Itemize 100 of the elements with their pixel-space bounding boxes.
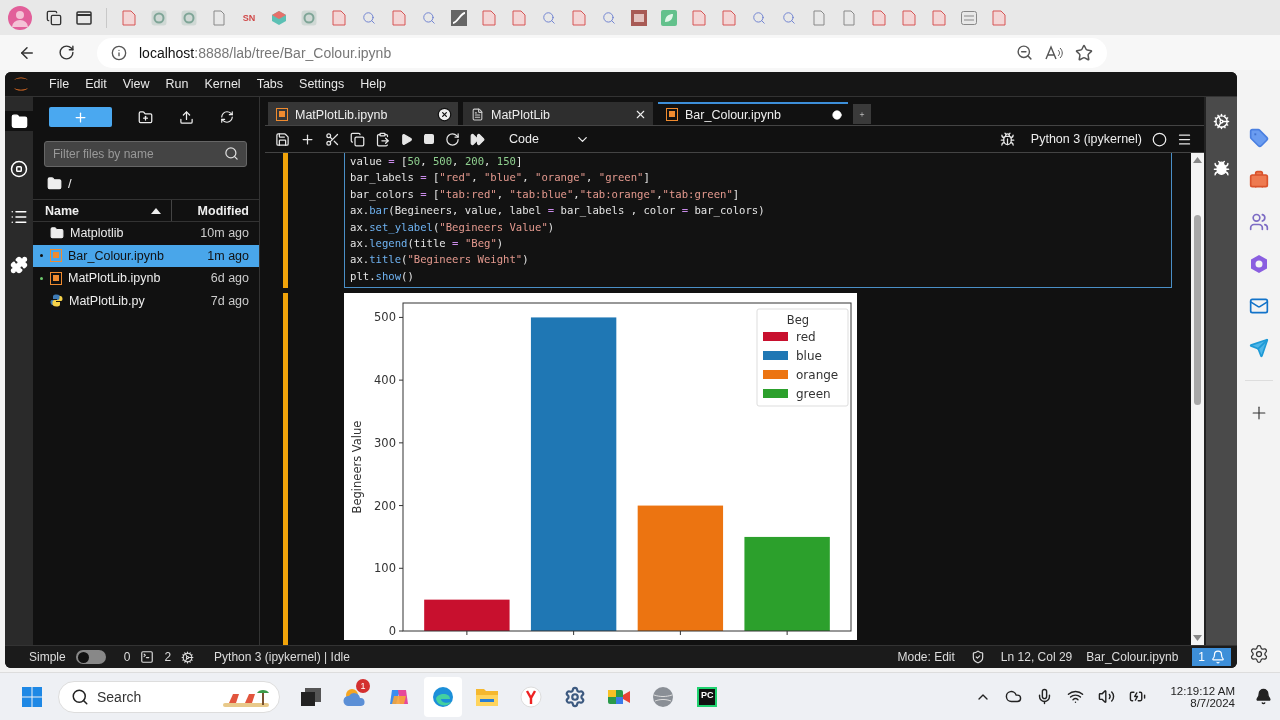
kernel-icon[interactable] [181,650,195,664]
ring-icon[interactable] [301,9,317,26]
close-icon[interactable] [437,107,452,122]
grid-icon[interactable] [961,10,977,25]
document-icon[interactable] [122,9,136,26]
menu-item[interactable]: Help [352,77,394,91]
menu-item[interactable]: File [41,77,78,91]
scroll-down-icon[interactable] [1193,635,1202,641]
zoom-out-icon[interactable] [1016,44,1033,61]
search-icon[interactable] [782,10,796,25]
document-tab[interactable]: MatPlotLib [463,102,653,125]
debugger-icon[interactable] [999,131,1015,147]
document-icon[interactable] [932,9,946,26]
wifi-icon[interactable] [1067,688,1085,705]
send-icon[interactable] [1248,338,1269,358]
paste-icon[interactable] [375,131,390,147]
restart-icon[interactable] [445,131,460,147]
read-aloud-icon[interactable] [1045,44,1063,61]
breadcrumb[interactable]: / [68,175,72,191]
menu-item[interactable]: View [114,77,158,91]
avatar[interactable] [8,5,32,30]
cut-icon[interactable] [325,131,340,147]
folder-icon[interactable] [47,175,62,191]
cursor-position[interactable]: Ln 12, Col 29 [1000,650,1073,664]
column-header[interactable]: Modified [171,200,259,221]
taskbar-app[interactable]: PC [688,676,726,717]
cube-icon[interactable] [271,9,287,26]
terminal-icon[interactable] [140,650,155,664]
search-icon[interactable] [542,10,556,25]
taskbar-search[interactable]: Search [58,680,280,713]
search-icon[interactable] [752,10,766,25]
menu-item[interactable]: Edit [77,77,115,91]
code-editor[interactable] [344,153,1172,289]
document-icon[interactable] [392,9,406,26]
bell-icon[interactable] [1255,688,1272,705]
document-icon[interactable] [992,9,1006,26]
document-icon[interactable] [482,9,496,26]
clock[interactable]: 12:19:12 AM 8/7/2024 [1170,684,1235,709]
scroll-thumb[interactable] [1194,215,1201,405]
file-row[interactable]: MatPlotLib.py 7d ago [33,289,259,312]
menu-item[interactable]: Tabs [248,77,292,91]
search-icon[interactable] [362,10,376,25]
folder-icon[interactable] [10,112,28,130]
tab-actions-icon[interactable] [76,9,92,26]
run-icon[interactable] [400,132,413,146]
mail-icon[interactable] [1248,296,1269,316]
document-icon[interactable] [872,9,886,26]
run-all-icon[interactable] [470,131,485,147]
tag-icon[interactable] [1248,128,1269,148]
info-icon[interactable] [111,44,127,61]
file-row[interactable]: Matplotlib 10m ago [33,222,259,245]
cloud-icon[interactable] [1005,688,1023,705]
document-icon[interactable] [512,9,526,26]
ring-icon[interactable] [151,9,167,26]
new-folder-button[interactable] [138,109,153,125]
document-tab[interactable]: Bar_Colour.ipynb [658,102,848,125]
kernel-status[interactable]: Python 3 (ipykernel) | Idle [214,650,350,664]
workspaces-icon[interactable] [46,9,62,26]
reload-icon[interactable] [58,44,75,61]
file-name[interactable]: Bar_Colour.ipynb [1086,650,1179,664]
menu-icon[interactable] [1177,131,1192,147]
taskbar-app[interactable]: 1 [336,676,374,717]
menu-item[interactable]: Run [157,77,197,91]
filter-field[interactable]: Filter files by name [44,141,247,167]
save-icon[interactable] [275,131,290,147]
settings-icon[interactable] [1248,644,1269,664]
document-icon[interactable] [692,9,706,26]
kernel-name[interactable]: Python 3 (ipykernel) [1030,132,1142,146]
copy-icon[interactable] [350,131,365,147]
scroll-up-icon[interactable] [1193,157,1202,163]
menu-item[interactable]: Settings [291,77,353,91]
document-tab[interactable]: MatPlotLib.ipynb [268,102,458,125]
start-icon[interactable] [22,686,42,707]
document-icon[interactable] [332,9,346,26]
simple-mode-toggle[interactable] [75,650,106,664]
copilot-icon[interactable] [1248,254,1269,274]
search-icon[interactable] [422,10,436,25]
refresh-button[interactable] [220,110,234,124]
shield-icon[interactable] [970,650,985,664]
terminal-count[interactable]: 0 [123,650,131,664]
ring-icon[interactable] [181,9,197,26]
volume-icon[interactable] [1098,688,1116,705]
favicon-label[interactable]: SN [241,12,257,23]
kernel-count[interactable]: 2 [164,650,172,664]
favorite-icon[interactable] [1075,43,1093,62]
puzzle-icon[interactable] [10,256,28,274]
scrollbar[interactable] [1191,153,1204,645]
document-icon[interactable] [722,9,736,26]
column-header[interactable]: Name [33,200,171,221]
upload-button[interactable] [179,109,194,125]
people-icon[interactable] [1248,212,1269,232]
toolbox-icon[interactable] [1248,170,1269,190]
stop-icon[interactable] [423,133,435,145]
search-icon[interactable] [602,10,616,25]
chart-icon[interactable] [451,9,467,26]
debugger-icon[interactable] [1213,160,1230,177]
file-row[interactable]: Bar_Colour.ipynb 1m ago [33,244,259,267]
document-icon[interactable] [572,9,586,26]
stop-circle-icon[interactable] [10,160,28,178]
cell-type-dropdown[interactable]: Code [503,130,596,148]
